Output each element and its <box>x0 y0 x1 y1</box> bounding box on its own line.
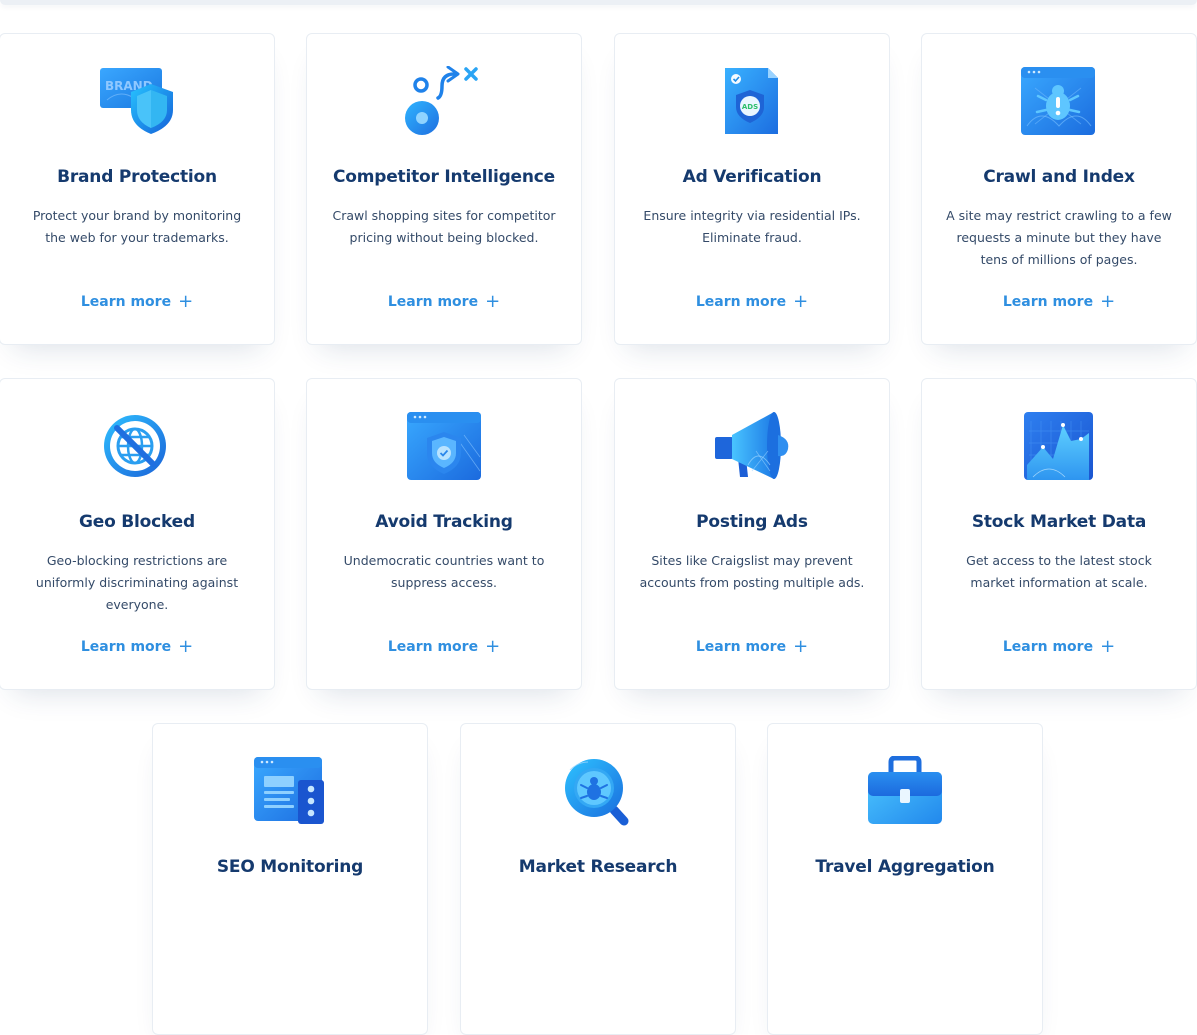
learn-more-label: Learn more <box>387 294 479 310</box>
learn-more-label: Learn more <box>695 639 787 655</box>
plus-icon: + <box>485 636 501 657</box>
card-market-research: Market Research <box>460 723 736 1035</box>
card-title: Avoid Tracking <box>375 512 513 532</box>
card-description: Crawl shopping sites for competitor pric… <box>332 208 556 245</box>
learn-more-label: Learn more <box>695 294 787 310</box>
briefcase-icon <box>865 756 945 826</box>
plus-icon: + <box>1100 636 1116 657</box>
learn-more-link[interactable]: Learn more + <box>922 291 1196 312</box>
learn-more-link[interactable]: Learn more + <box>307 636 581 657</box>
crawler-bug-icon <box>1019 66 1099 136</box>
card-stock-market-data: Stock Market Data Get access to the late… <box>921 378 1197 690</box>
card-description: Sites like Craigslist may prevent accoun… <box>639 553 865 590</box>
card-title: Travel Aggregation <box>815 857 995 877</box>
card-description: Undemocratic countries want to suppress … <box>343 553 545 590</box>
card-ad-verification: ADS Ad Verification Ensure integrity via… <box>614 33 890 345</box>
learn-more-label: Learn more <box>1002 294 1094 310</box>
learn-more-label: Learn more <box>80 294 172 310</box>
plus-icon: + <box>1100 291 1116 312</box>
megaphone-icon <box>712 411 792 481</box>
card-title: Geo Blocked <box>79 512 195 532</box>
learn-more-label: Learn more <box>80 639 172 655</box>
tracking-shield-icon <box>404 411 484 481</box>
card-description: Geo-blocking restrictions are uniformly … <box>35 553 239 612</box>
blocked-globe-icon <box>97 411 177 481</box>
magnifier-bug-icon <box>558 756 638 826</box>
card-title: Crawl and Index <box>983 167 1135 187</box>
card-avoid-tracking: Avoid Tracking Undemocratic countries wa… <box>306 378 582 690</box>
learn-more-link[interactable]: Learn more + <box>0 636 274 657</box>
seo-browser-icon <box>250 756 330 826</box>
card-title: Brand Protection <box>57 167 217 187</box>
plus-icon: + <box>793 291 809 312</box>
card-title: Ad Verification <box>682 167 822 187</box>
card-travel-aggregation: Travel Aggregation <box>767 723 1043 1035</box>
card-title: Competitor Intelligence <box>332 167 555 187</box>
learn-more-label: Learn more <box>1002 639 1094 655</box>
svg-text:ADS: ADS <box>742 103 758 111</box>
learn-more-link[interactable]: Learn more + <box>615 291 889 312</box>
card-geo-blocked: Geo Blocked Geo-blocking restrictions ar… <box>0 378 275 690</box>
card-description: A site may restrict crawling to a few re… <box>946 208 1172 267</box>
plus-icon: + <box>793 636 809 657</box>
top-header-strip <box>0 0 1197 5</box>
learn-more-label: Learn more <box>387 639 479 655</box>
card-description: Protect your brand by monitoring the web… <box>32 208 242 245</box>
learn-more-link[interactable]: Learn more + <box>615 636 889 657</box>
card-title: Stock Market Data <box>971 512 1147 532</box>
card-description: Ensure integrity via residential IPs. El… <box>643 208 861 245</box>
stock-chart-icon <box>1019 411 1099 481</box>
brand-shield-icon: BRAND <box>97 66 177 136</box>
card-brand-protection: BRAND Brand Protection Protect your bran… <box>0 33 275 345</box>
plus-icon: + <box>178 291 194 312</box>
learn-more-link[interactable]: Learn more + <box>307 291 581 312</box>
card-title: Posting Ads <box>696 512 808 532</box>
learn-more-link[interactable]: Learn more + <box>922 636 1196 657</box>
learn-more-link[interactable]: Learn more + <box>0 291 274 312</box>
ads-document-icon: ADS <box>712 66 792 136</box>
card-competitor-intelligence: Competitor Intelligence Crawl shopping s… <box>306 33 582 345</box>
card-seo-monitoring: SEO Monitoring <box>152 723 428 1035</box>
card-posting-ads: Posting Ads Sites like Craigslist may pr… <box>614 378 890 690</box>
plus-icon: + <box>485 291 501 312</box>
plus-icon: + <box>178 636 194 657</box>
competitor-route-icon <box>404 66 484 136</box>
card-crawl-and-index: Crawl and Index A site may restrict craw… <box>921 33 1197 345</box>
card-title: Market Research <box>518 857 678 877</box>
card-description: Get access to the latest stock market in… <box>966 553 1152 590</box>
card-title: SEO Monitoring <box>216 857 364 877</box>
